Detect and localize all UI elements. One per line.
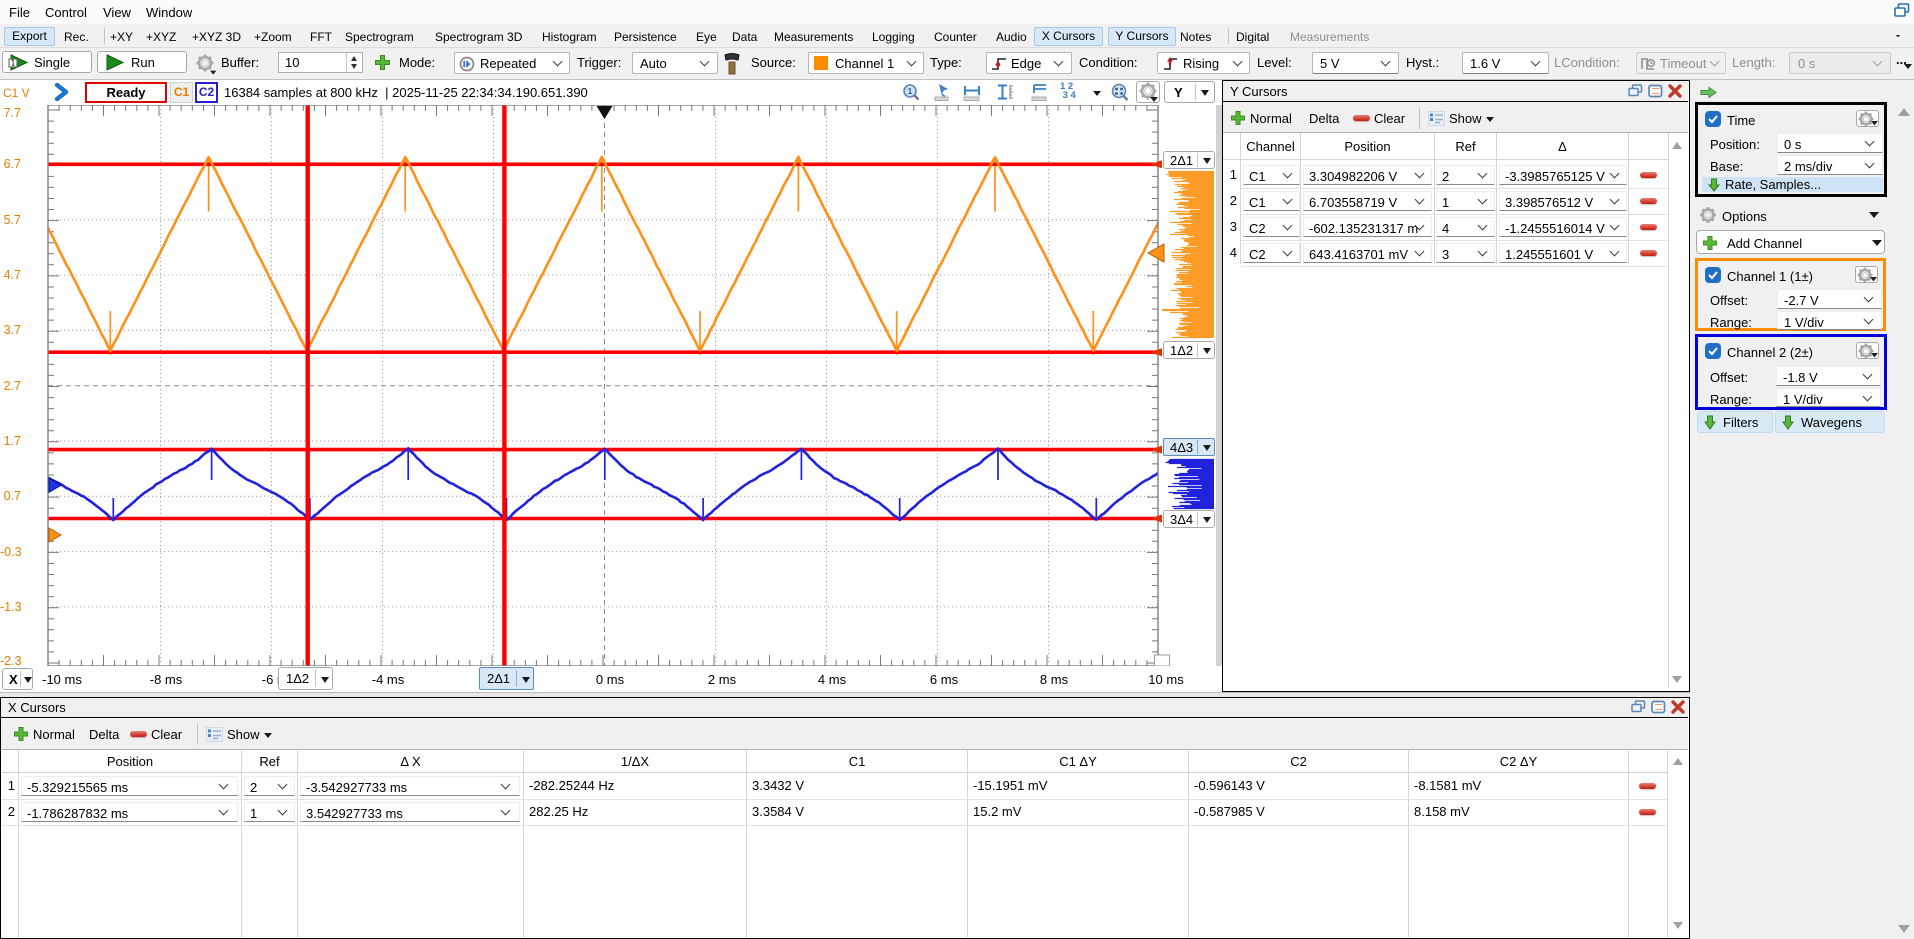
svg-text:1: 1	[11, 59, 16, 68]
svg-text:1: 1	[908, 86, 913, 96]
